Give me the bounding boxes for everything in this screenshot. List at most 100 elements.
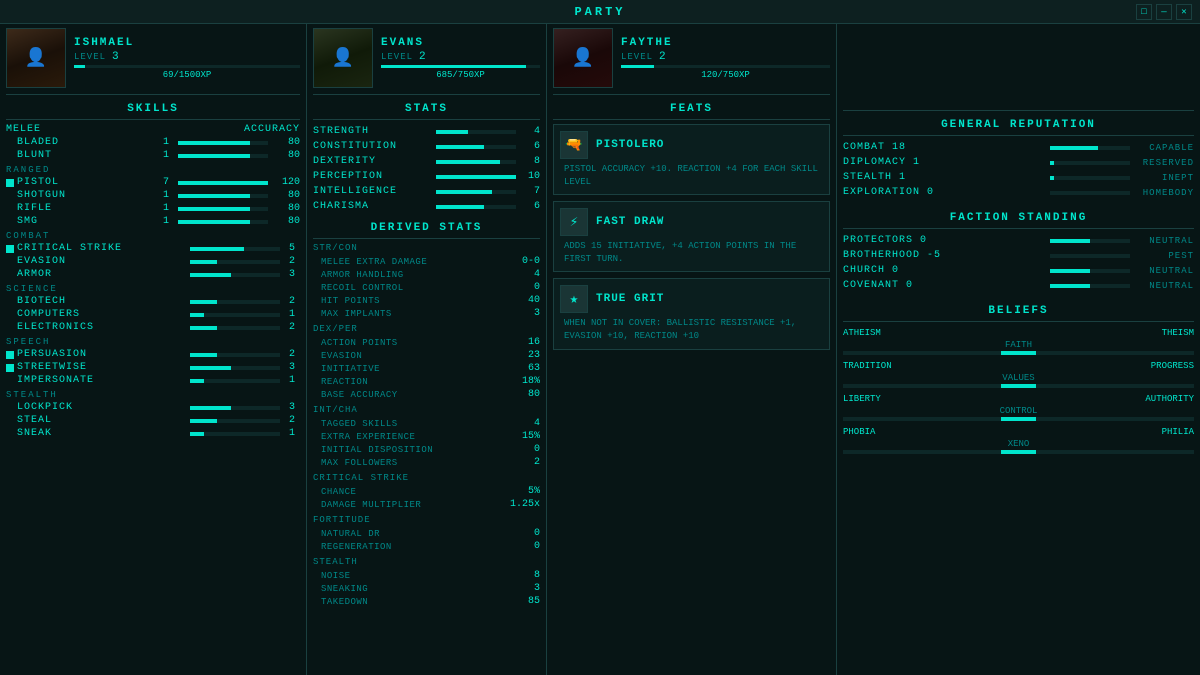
ishmael-member: 👤 ISHMAEL LEVEL 3 69/1500XP [6, 28, 300, 95]
derived-row: BASE ACCURACY 80 [313, 388, 540, 401]
belief-row-xeno: PHOBIA PHILIA XENO [843, 427, 1194, 454]
feats-list: 🔫 PISTOLERO PISTOL ACCURACY +10. REACTIO… [553, 124, 830, 350]
skill-active-indicator [6, 364, 14, 372]
skill-row-impersonate: IMPERSONATE1 [6, 375, 300, 386]
skill-row-streetwise: STREETWISE3 [6, 362, 300, 373]
faythe-member: 👤 FAYTHE LEVEL 2 120/750XP [553, 28, 830, 95]
derived-category: STR/CON [313, 243, 540, 253]
beliefs-list: ATHEISM THEISM FAITH TRADITION PROGRESS … [843, 328, 1194, 454]
derived-row: ARMOR HANDLING 4 [313, 268, 540, 281]
derived-row: TAKEDOWN 85 [313, 595, 540, 608]
skill-row-armor: ARMOR3 [6, 269, 300, 280]
evans-name: EVANS [381, 37, 540, 49]
skill-row-persuasion: PERSUASION2 [6, 349, 300, 360]
faythe-info: FAYTHE LEVEL 2 120/750XP [621, 37, 830, 80]
derived-row: NOISE 8 [313, 569, 540, 582]
derived-row: MAX IMPLANTS 3 [313, 307, 540, 320]
feats-panel: 👤 FAYTHE LEVEL 2 120/750XP FEATS 🔫 PISTO… [547, 24, 837, 675]
title-bar-title: PARTY [574, 5, 625, 19]
derived-row: INITIATIVE 63 [313, 362, 540, 375]
evans-xp-bar [381, 65, 526, 68]
base-stats-list: STRENGTH 4 CONSTITUTION 6 DEXTERITY 8 PE… [313, 124, 540, 214]
derived-category: CRITICAL STRIKE [313, 473, 540, 483]
ishmael-level: 3 [112, 51, 119, 63]
close-button[interactable]: ✕ [1176, 4, 1192, 20]
skill-row-steal: STEAL2 [6, 415, 300, 426]
rep-row-combat: COMBAT 18 CAPABLE [843, 140, 1194, 155]
stat-row-intelligence: INTELLIGENCE 7 [313, 184, 540, 199]
window-controls[interactable]: □ — ✕ [1136, 4, 1192, 20]
faction-row-brotherhood: BROTHERHOOD -5 PEST [843, 248, 1194, 263]
derived-category: INT/CHA [313, 405, 540, 415]
faythe-xp-bar [621, 65, 654, 68]
faythe-name: FAYTHE [621, 37, 830, 49]
skill-row-blunt: BLUNT180 [6, 150, 300, 161]
stats-header: STATS [313, 99, 540, 120]
evans-avatar: 👤 [313, 28, 373, 88]
stat-row-perception: PERCEPTION 10 [313, 169, 540, 184]
faythe-level: 2 [659, 51, 666, 63]
skill-row-sneak: SNEAK1 [6, 428, 300, 439]
faction-row-covenant: COVENANT 0 NEUTRAL [843, 278, 1194, 293]
beliefs-header: BELIEFS [843, 301, 1194, 322]
skill-active-indicator [6, 351, 14, 359]
skill-row-pistol: PISTOL7120 [6, 177, 300, 188]
derived-row: ACTION POINTS 16 [313, 336, 540, 349]
ishmael-avatar: 👤 [6, 28, 66, 88]
rep-row-exploration: EXPLORATION 0 HOMEBODY [843, 185, 1194, 200]
evans-xp: 685/750XP [381, 70, 540, 80]
feat-card-true grit: ★ TRUE GRIT WHEN NOT IN COVER: BALLISTIC… [553, 278, 830, 349]
feat-icon: 🔫 [560, 131, 588, 159]
feats-header: FEATS [553, 99, 830, 120]
skill-row-electronics: ELECTRONICS2 [6, 322, 300, 333]
ishmael-xp-bar-container [74, 65, 300, 68]
faythe-avatar: 👤 [553, 28, 613, 88]
ishmael-xp: 69/1500XP [74, 70, 300, 80]
derived-row: EVASION 23 [313, 349, 540, 362]
maximize-button[interactable]: — [1156, 4, 1172, 20]
feat-desc: ADDS 15 INITIATIVE, +4 ACTION POINTS IN … [560, 240, 823, 265]
skill-active-indicator [6, 179, 14, 187]
minimize-button[interactable]: □ [1136, 4, 1152, 20]
skill-row-shotgun: SHOTGUN180 [6, 190, 300, 201]
skill-row-smg: SMG180 [6, 216, 300, 227]
faythe-xp-bar-container [621, 65, 830, 68]
rep-row-stealth: STEALTH 1 INEPT [843, 170, 1194, 185]
stat-row-constitution: CONSTITUTION 6 [313, 139, 540, 154]
skill-category-stealth: STEALTH [6, 390, 300, 400]
derived-row: CHANCE 5% [313, 485, 540, 498]
stat-row-charisma: CHARISMA 6 [313, 199, 540, 214]
derived-category: FORTITUDE [313, 515, 540, 525]
ishmael-name: ISHMAEL [74, 37, 300, 49]
rep-row-diplomacy: DIPLOMACY 1 RESERVED [843, 155, 1194, 170]
feat-name: FAST DRAW [596, 216, 664, 228]
stat-row-dexterity: DEXTERITY 8 [313, 154, 540, 169]
feat-card-fast draw: ⚡ FAST DRAW ADDS 15 INITIATIVE, +4 ACTIO… [553, 201, 830, 272]
skill-category-speech: SPEECH [6, 337, 300, 347]
derived-row: INITIAL DISPOSITION 0 [313, 443, 540, 456]
reputation-panel: GENERAL REPUTATION COMBAT 18 CAPABLE DIP… [837, 24, 1200, 675]
evans-level: 2 [419, 51, 426, 63]
feat-desc: PISTOL ACCURACY +10. REACTION +4 FOR EAC… [560, 163, 823, 188]
derived-row: EXTRA EXPERIENCE 15% [313, 430, 540, 443]
faction-header: FACTION STANDING [843, 208, 1194, 229]
stat-row-strength: STRENGTH 4 [313, 124, 540, 139]
faction-row-church: CHURCH 0 NEUTRAL [843, 263, 1194, 278]
skill-row-evasion: EVASION2 [6, 256, 300, 267]
derived-row: MELEE EXTRA DAMAGE 0-0 [313, 255, 540, 268]
skill-row-biotech: BIOTECH2 [6, 296, 300, 307]
belief-row-faith: ATHEISM THEISM FAITH [843, 328, 1194, 355]
faction-list: PROTECTORS 0 NEUTRAL BROTHERHOOD -5 PEST… [843, 233, 1194, 293]
derived-row: REACTION 18% [313, 375, 540, 388]
skills-panel: 👤 ISHMAEL LEVEL 3 69/1500XP SKILLS MELEE… [0, 24, 307, 675]
evans-xp-bar-container [381, 65, 540, 68]
feat-name: PISTOLERO [596, 139, 664, 151]
derived-row: HIT POINTS 40 [313, 294, 540, 307]
evans-member: 👤 EVANS LEVEL 2 685/750XP [313, 28, 540, 95]
skill-row-rifle: RIFLE180 [6, 203, 300, 214]
derived-row: DAMAGE MULTIPLIER 1.25x [313, 498, 540, 511]
derived-category: STEALTH [313, 557, 540, 567]
rep-top-spacer [843, 28, 1194, 111]
title-bar: PARTY □ — ✕ [0, 0, 1200, 24]
feat-name: TRUE GRIT [596, 293, 664, 305]
